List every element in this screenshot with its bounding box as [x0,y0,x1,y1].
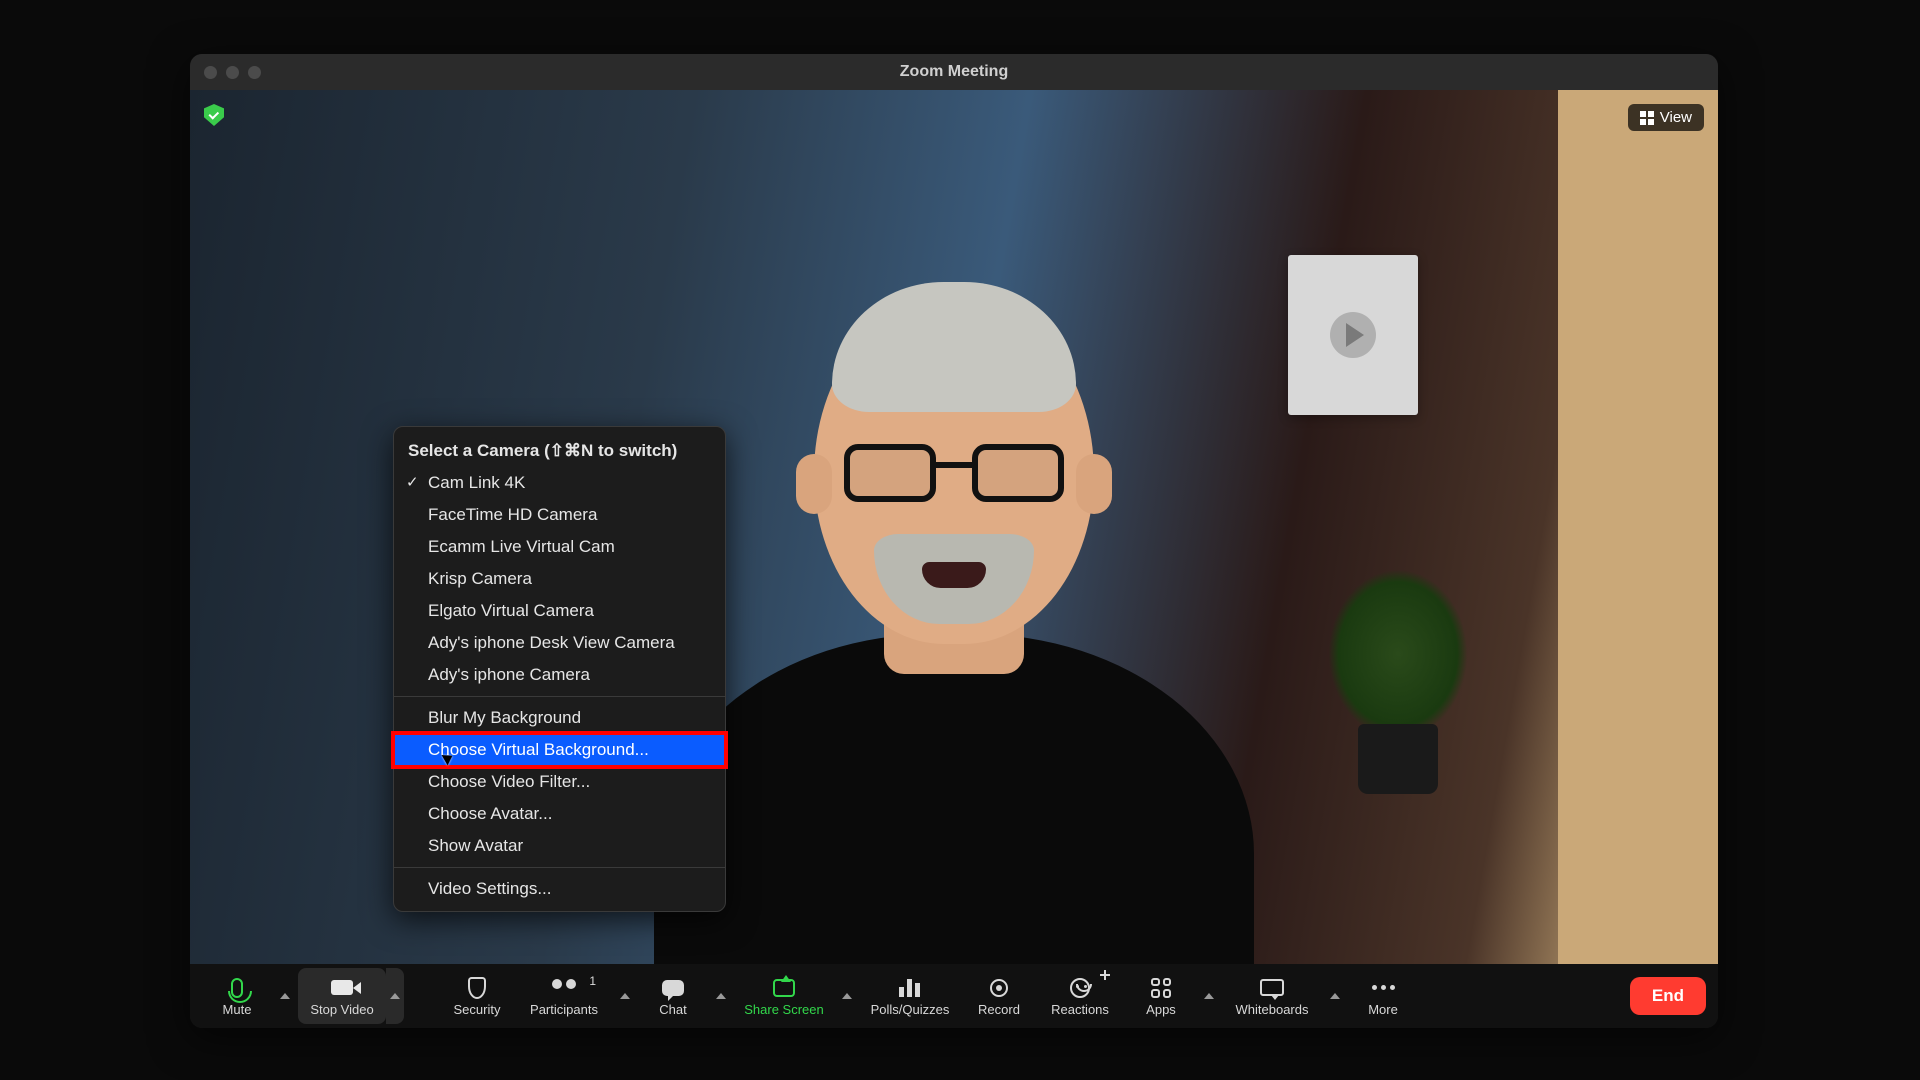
share-screen-button[interactable]: Share Screen [734,968,834,1024]
mute-button[interactable]: Mute [202,968,272,1024]
camera-option-krisp[interactable]: Krisp Camera [394,563,725,595]
youtube-plaque-decor [1288,255,1418,415]
view-button[interactable]: View [1628,104,1704,131]
menu-separator [394,867,725,868]
participants-label: Participants [530,1002,598,1017]
zoom-window-button[interactable] [248,66,261,79]
reactions-label: Reactions [1051,1002,1109,1017]
camera-options-menu: Select a Camera (⇧⌘N to switch) Cam Link… [393,426,726,912]
participant-video [644,244,1264,964]
share-icon [773,979,795,997]
end-meeting-button[interactable]: End [1630,977,1706,1015]
apps-options-caret[interactable] [1200,968,1218,1024]
plant-decor [1308,564,1488,794]
minimize-window-button[interactable] [226,66,239,79]
apps-button[interactable]: Apps [1126,968,1196,1024]
titlebar: Zoom Meeting [190,54,1718,90]
plus-icon [1100,970,1110,980]
audio-options-caret[interactable] [276,968,294,1024]
share-options-caret[interactable] [838,968,856,1024]
record-label: Record [978,1002,1020,1017]
close-window-button[interactable] [204,66,217,79]
camera-option-facetime[interactable]: FaceTime HD Camera [394,499,725,531]
video-settings-item[interactable]: Video Settings... [394,873,725,905]
mute-label: Mute [223,1002,252,1017]
menu-separator [394,696,725,697]
smiley-icon [1070,978,1090,998]
choose-virtual-background-item[interactable]: Choose Virtual Background... [394,734,725,766]
microphone-icon [231,978,243,998]
record-icon [990,979,1008,997]
record-button[interactable]: Record [964,968,1034,1024]
blur-background-item[interactable]: Blur My Background [394,702,725,734]
chat-button[interactable]: Chat [638,968,708,1024]
more-label: More [1368,1002,1398,1017]
chat-label: Chat [659,1002,686,1017]
whiteboards-options-caret[interactable] [1326,968,1344,1024]
security-button[interactable]: Security [442,968,512,1024]
participants-options-caret[interactable] [616,968,634,1024]
apps-label: Apps [1146,1002,1176,1017]
choose-avatar-item[interactable]: Choose Avatar... [394,798,725,830]
polls-label: Polls/Quizzes [871,1002,950,1017]
participants-button[interactable]: Participants 1 [516,968,612,1024]
window-controls [190,66,261,79]
show-avatar-item[interactable]: Show Avatar [394,830,725,862]
grid-icon [1640,111,1654,125]
window-title: Zoom Meeting [190,63,1718,81]
video-feed: View Select a Camera (⇧⌘N to switch) Cam… [190,90,1718,964]
whiteboards-label: Whiteboards [1236,1002,1309,1017]
choose-video-filter-item[interactable]: Choose Video Filter... [394,766,725,798]
shield-icon [468,977,486,999]
encryption-shield-icon[interactable] [204,104,224,126]
meeting-toolbar: Mute Stop Video Security Participants 1 … [190,964,1718,1028]
apps-icon [1151,978,1171,998]
camera-option-camlink4k[interactable]: Cam Link 4K [394,467,725,499]
poll-icon [899,979,921,997]
chat-icon [662,980,684,996]
camera-option-iphone-desk[interactable]: Ady's iphone Desk View Camera [394,627,725,659]
polls-button[interactable]: Polls/Quizzes [860,968,960,1024]
share-screen-label: Share Screen [744,1002,824,1017]
reactions-button[interactable]: Reactions [1038,968,1122,1024]
view-label: View [1660,109,1692,126]
more-button[interactable]: More [1348,968,1418,1024]
people-icon [552,979,576,997]
camera-icon [331,980,353,995]
camera-option-ecamm[interactable]: Ecamm Live Virtual Cam [394,531,725,563]
video-options-caret[interactable] [386,968,404,1024]
background-wall [1558,90,1718,964]
more-icon [1372,985,1395,990]
participants-count: 1 [589,974,596,988]
camera-option-elgato[interactable]: Elgato Virtual Camera [394,595,725,627]
stop-video-label: Stop Video [310,1002,373,1017]
camera-option-iphone[interactable]: Ady's iphone Camera [394,659,725,691]
whiteboards-button[interactable]: Whiteboards [1222,968,1322,1024]
zoom-meeting-window: Zoom Meeting [190,54,1718,1028]
stop-video-button[interactable]: Stop Video [298,968,386,1024]
camera-menu-header: Select a Camera (⇧⌘N to switch) [394,433,725,467]
whiteboard-icon [1260,979,1284,996]
security-label: Security [454,1002,501,1017]
chat-options-caret[interactable] [712,968,730,1024]
